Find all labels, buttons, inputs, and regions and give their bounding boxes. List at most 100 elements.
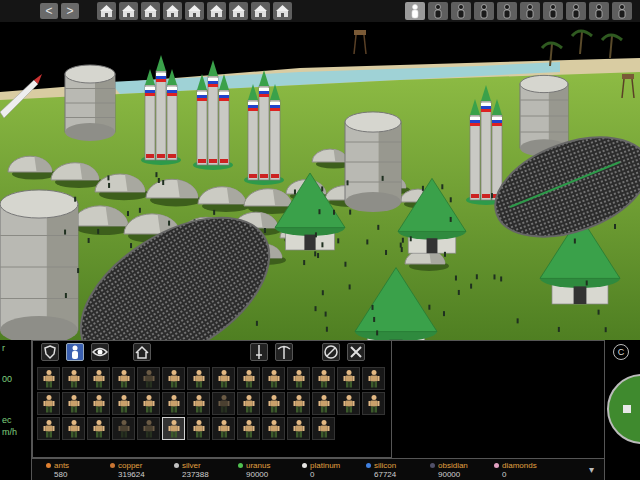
people-button[interactable] <box>612 2 632 20</box>
unit-slot[interactable] <box>237 367 260 390</box>
soldier-icon <box>217 369 231 389</box>
unit-slot[interactable] <box>137 417 160 440</box>
people-button[interactable] <box>566 2 586 20</box>
unit-slot[interactable] <box>162 367 185 390</box>
toolbar-button[interactable] <box>347 343 365 361</box>
soldier-icon <box>317 419 331 439</box>
unit-slot[interactable] <box>137 367 160 390</box>
unit-slot[interactable] <box>87 392 110 415</box>
info-line: r <box>2 343 31 354</box>
soldier <box>402 238 404 243</box>
unit-slot[interactable] <box>262 417 285 440</box>
building-icon <box>121 4 136 18</box>
unit-slot[interactable] <box>262 392 285 415</box>
unit-slot[interactable] <box>237 392 260 415</box>
soldier <box>315 306 317 311</box>
people-button[interactable] <box>428 2 448 20</box>
dome <box>312 149 348 162</box>
unit-slot[interactable] <box>312 367 335 390</box>
toolbar-button[interactable] <box>275 343 293 361</box>
building-button[interactable] <box>185 2 204 20</box>
unit-slot[interactable] <box>62 392 85 415</box>
arrow-button[interactable]: < <box>40 3 58 19</box>
unit-slot[interactable] <box>37 392 60 415</box>
toolbar-button[interactable] <box>41 343 59 361</box>
unit-slot[interactable] <box>262 367 285 390</box>
palm-tree <box>580 32 582 54</box>
building-button[interactable] <box>97 2 116 20</box>
dome <box>8 156 52 172</box>
soldier-icon <box>117 369 131 389</box>
unit-slot[interactable] <box>187 392 210 415</box>
unit-slot[interactable] <box>162 392 185 415</box>
sword-icon <box>251 344 267 360</box>
unit-slot[interactable] <box>337 367 360 390</box>
building-button[interactable] <box>229 2 248 20</box>
unit-slot[interactable] <box>287 367 310 390</box>
people-button[interactable] <box>543 2 563 20</box>
unit-slot[interactable] <box>162 417 185 440</box>
unit-slot[interactable] <box>312 417 335 440</box>
building-button[interactable] <box>251 2 270 20</box>
arrow-button[interactable]: > <box>61 3 79 19</box>
unit-slot[interactable] <box>212 367 235 390</box>
rocket <box>470 115 480 200</box>
people-button[interactable] <box>497 2 517 20</box>
unit-slot[interactable] <box>187 417 210 440</box>
building-icon <box>187 4 202 18</box>
soldier <box>294 189 296 194</box>
unit-slot[interactable] <box>112 367 135 390</box>
people-button[interactable] <box>520 2 540 20</box>
people-button[interactable] <box>474 2 494 20</box>
soldier <box>162 180 164 185</box>
soldier <box>376 330 378 335</box>
unit-slot[interactable] <box>112 392 135 415</box>
unit-slot[interactable] <box>187 367 210 390</box>
people-button[interactable] <box>589 2 609 20</box>
unit-slot[interactable] <box>362 392 385 415</box>
unit-slot[interactable] <box>287 392 310 415</box>
pickaxe-icon <box>276 344 292 360</box>
unit-slot[interactable] <box>237 417 260 440</box>
unit-slot[interactable] <box>212 392 235 415</box>
toolbar-button[interactable] <box>322 343 340 361</box>
minimap[interactable] <box>607 374 640 444</box>
dome <box>146 179 198 198</box>
soldier <box>422 186 424 191</box>
history-arrows: <> <box>40 3 79 19</box>
unit-slot[interactable] <box>287 417 310 440</box>
close-icon <box>348 344 364 360</box>
unit-slot[interactable] <box>62 367 85 390</box>
toolbar-button[interactable] <box>66 343 84 361</box>
people-button[interactable] <box>405 2 425 20</box>
unit-slot[interactable] <box>62 417 85 440</box>
corner-button[interactable]: C <box>613 344 629 360</box>
building-button[interactable] <box>163 2 182 20</box>
toolbar-button[interactable] <box>91 343 109 361</box>
unit-slot[interactable] <box>37 367 60 390</box>
unit-slot[interactable] <box>212 417 235 440</box>
building-button[interactable] <box>141 2 160 20</box>
more-button[interactable]: ▾ <box>589 462 594 477</box>
rocket <box>219 90 229 165</box>
unit-slot[interactable] <box>87 417 110 440</box>
unit-slot[interactable] <box>137 392 160 415</box>
unit-slot[interactable] <box>112 417 135 440</box>
soldier <box>317 253 319 258</box>
building-button[interactable] <box>273 2 292 20</box>
building-button[interactable] <box>207 2 226 20</box>
unit-slot[interactable] <box>312 392 335 415</box>
unit-slot[interactable] <box>362 367 385 390</box>
soldier-icon <box>92 419 106 439</box>
unit-slot[interactable] <box>87 367 110 390</box>
soldier-icon <box>217 394 231 414</box>
unit-slot[interactable] <box>37 417 60 440</box>
toolbar-button[interactable] <box>133 343 151 361</box>
soldier <box>366 239 368 244</box>
people-button[interactable] <box>451 2 471 20</box>
unit-slot[interactable] <box>337 392 360 415</box>
soldier-icon <box>142 394 156 414</box>
game-viewport[interactable] <box>0 22 640 340</box>
building-button[interactable] <box>119 2 138 20</box>
toolbar-button[interactable] <box>250 343 268 361</box>
